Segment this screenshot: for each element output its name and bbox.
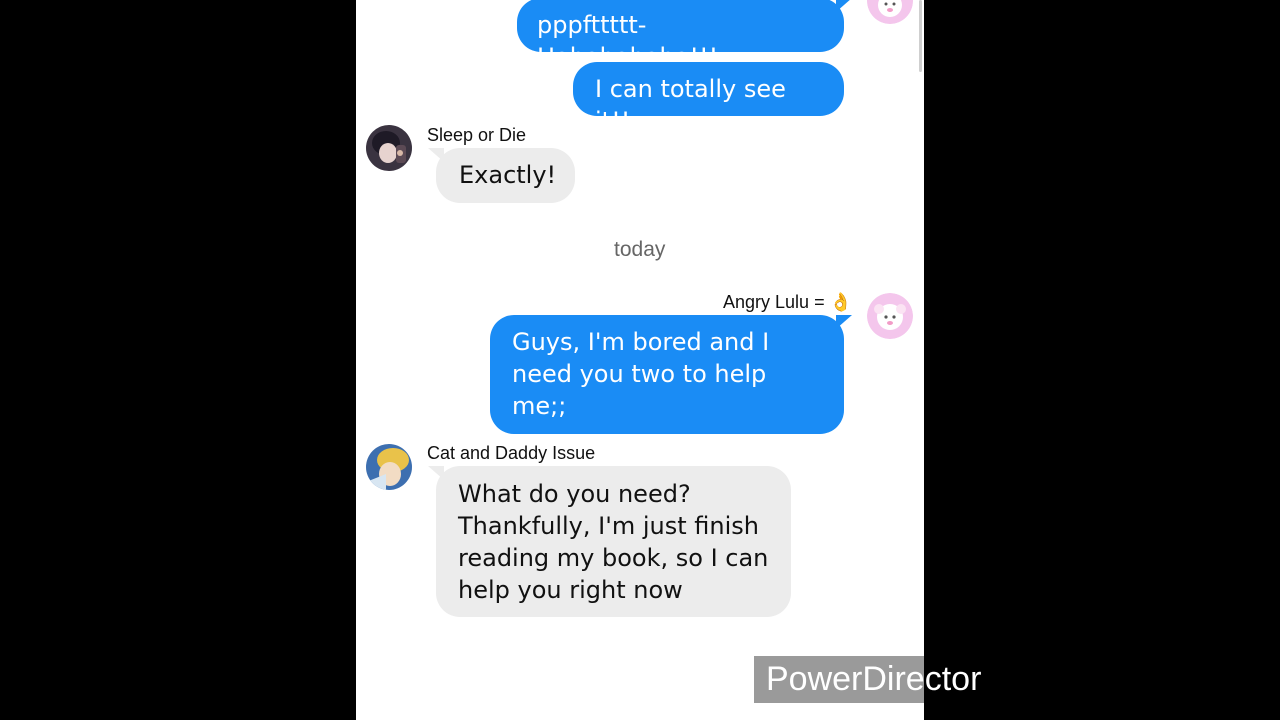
message-text: Guys, I'm bored and I need you two to he…: [512, 328, 770, 420]
message-bubble-incoming[interactable]: Exactly!: [428, 148, 575, 203]
avatar-angry-lulu[interactable]: [867, 293, 913, 339]
scrollbar[interactable]: [919, 0, 922, 72]
avatar-angry-lulu-top[interactable]: [867, 0, 913, 24]
message-bubble-incoming[interactable]: What do you need? Thankfully, I'm just f…: [428, 466, 791, 617]
message-bubble-outgoing[interactable]: pppfttttt-Hahahahaha!!!: [517, 0, 852, 71]
date-separator: today: [614, 238, 666, 261]
message-bubble-outgoing[interactable]: I can totally see it!!: [573, 62, 844, 135]
avatar-cat-and-daddy-issue[interactable]: [366, 444, 412, 490]
sender-name: Sleep or Die: [427, 125, 527, 145]
message-bubble-outgoing[interactable]: Guys, I'm bored and I need you two to he…: [490, 315, 852, 434]
sender-name: Cat and Daddy Issue: [427, 443, 596, 463]
chat-screen: pppfttttt-Hahahahaha!!! I can totally se…: [356, 0, 924, 720]
watermark-text: PowerDirector: [766, 660, 982, 698]
avatar-sleep-or-die[interactable]: [366, 125, 412, 171]
message-text: Exactly!: [459, 161, 557, 189]
message-text: I can totally see it!!: [595, 75, 786, 135]
sender-name: Angry Lulu = 👌: [723, 292, 852, 312]
message-text: What do you need? Thankfully, I'm just f…: [458, 480, 769, 604]
